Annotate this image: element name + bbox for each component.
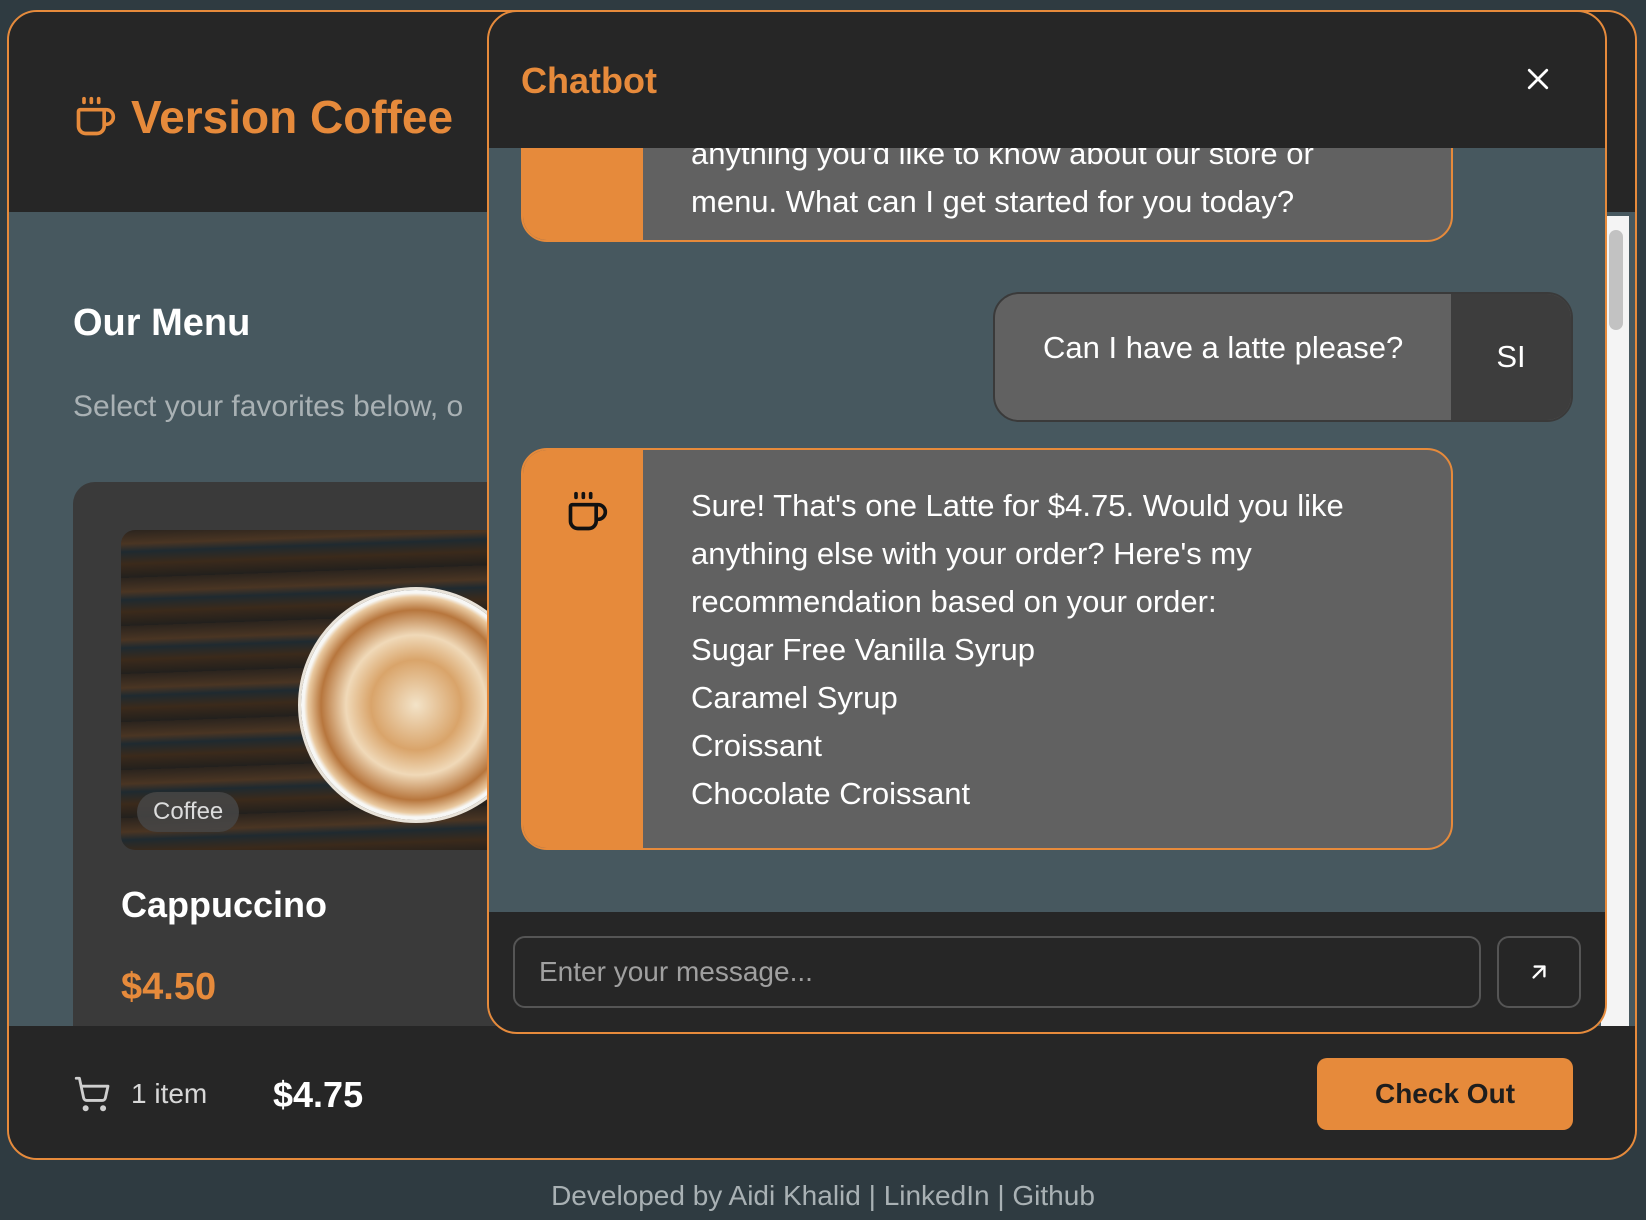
chat-input-bar xyxy=(489,912,1605,1032)
cart-total: $4.75 xyxy=(273,1074,364,1115)
recommendation-item: Sugar Free Vanilla Syrup xyxy=(691,632,1036,667)
chat-messages[interactable]: anything you'd like to know about our st… xyxy=(489,148,1605,908)
user-message: Can I have a latte please? SI xyxy=(993,292,1573,422)
bot-message-text: anything you'd like to know about our st… xyxy=(643,148,1354,240)
user-avatar: SI xyxy=(1451,294,1571,420)
credits-footer: Developed by Aidi Khalid | LinkedIn | Gi… xyxy=(0,1180,1646,1212)
brand[interactable]: Version Coffee xyxy=(73,90,453,144)
message-line: recommendation based on your order: xyxy=(691,584,1217,619)
recommendation-item: Croissant xyxy=(691,728,822,763)
coffee-cup-icon xyxy=(73,95,117,139)
cart-icon[interactable] xyxy=(73,1074,111,1119)
recommendation-item: Chocolate Croissant xyxy=(691,776,971,811)
credits-separator: | xyxy=(997,1180,1005,1211)
coffee-cup-icon xyxy=(568,491,608,531)
product-name: Cappuccino xyxy=(121,884,328,925)
chatbot-panel: Chatbot anything you'd like to know abou… xyxy=(487,10,1607,1034)
message-line: Sure! That's one Latte for $4.75. Would … xyxy=(691,488,1344,523)
send-button[interactable] xyxy=(1497,936,1581,1008)
credits-text: Developed by Aidi Khalid xyxy=(551,1180,861,1211)
menu-subtitle: Select your favorites below, o xyxy=(73,390,464,423)
bot-avatar xyxy=(523,148,643,240)
menu-title: Our Menu xyxy=(73,302,251,344)
message-line: menu. What can I get started for you tod… xyxy=(691,184,1295,219)
bot-avatar xyxy=(523,450,643,848)
recommendation-item: Caramel Syrup xyxy=(691,680,898,715)
bot-message-text: Sure! That's one Latte for $4.75. Would … xyxy=(643,450,1384,848)
checkout-button[interactable]: Check Out xyxy=(1317,1058,1573,1130)
product-price: $4.50 xyxy=(121,966,217,1008)
brand-title: Version Coffee xyxy=(131,91,454,143)
arrow-up-right-icon xyxy=(1532,965,1546,979)
message-input[interactable] xyxy=(513,936,1481,1008)
message-line: anything else with your order? Here's my xyxy=(691,536,1252,571)
user-message-text: Can I have a latte please? xyxy=(1043,330,1404,365)
linkedin-link[interactable]: LinkedIn xyxy=(884,1180,990,1211)
github-link[interactable]: Github xyxy=(1012,1180,1095,1211)
cart-item-count: 1 item xyxy=(131,1078,208,1109)
page-scrollbar-thumb[interactable] xyxy=(1609,230,1623,330)
message-line: anything you'd like to know about our st… xyxy=(691,148,1314,171)
chatbot-header: Chatbot xyxy=(489,12,1605,148)
cart-bar: 1 item $4.75 Check Out xyxy=(9,1026,1635,1158)
credits-separator: | xyxy=(868,1180,876,1211)
close-icon[interactable] xyxy=(1523,64,1553,94)
category-badge: Coffee xyxy=(137,792,240,832)
chatbot-title: Chatbot xyxy=(521,60,657,101)
bot-message: Sure! That's one Latte for $4.75. Would … xyxy=(521,448,1453,850)
bot-message: anything you'd like to know about our st… xyxy=(521,148,1453,242)
